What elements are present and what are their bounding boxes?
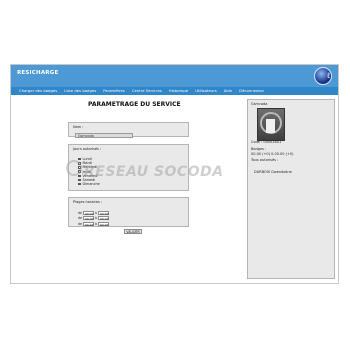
to-label: à xyxy=(94,221,97,226)
nav-liste-badges[interactable]: Liste des badges xyxy=(64,87,96,95)
company-logo-image xyxy=(257,108,285,141)
nav-centre-services[interactable]: Centre Services xyxy=(132,87,162,95)
service-settings-form: PARAMETRAGE DU SERVICE Nom : Gsmcoda Jou… xyxy=(18,99,242,277)
time-range-row: de 00:00 à 00:00 xyxy=(78,221,110,227)
watermark-logo-icon xyxy=(66,160,82,176)
main-navigation: Charger des badges Liste des badges Para… xyxy=(11,87,338,95)
logo-figure xyxy=(266,119,275,133)
to-time-input[interactable]: 00:00 xyxy=(97,221,109,227)
code-label: Code : 00002801 xyxy=(251,140,282,144)
watermark-text: RESEAU SOCODA xyxy=(84,164,224,180)
nav-charger-badges[interactable]: Charger des badges xyxy=(19,87,57,95)
account-sidebar: Gsmcoda Code : 00002801 Badges : 00.00 (… xyxy=(247,99,335,279)
app-title: RESICHARGE xyxy=(17,70,59,76)
day-checkbox-lundi[interactable] xyxy=(78,157,81,161)
to-label: à xyxy=(94,210,97,215)
day-checkbox-samedi[interactable] xyxy=(78,178,81,182)
time-range-row: de 00:00 à 00:00 xyxy=(78,216,110,221)
name-panel: Nom : Gsmcoda xyxy=(68,122,189,138)
to-label: à xyxy=(94,216,97,221)
allowed-days-label: Jours autorisés : xyxy=(73,147,102,151)
app-header: RESICHARGE ℓ xyxy=(11,65,338,87)
from-time-input[interactable]: 00:00 xyxy=(82,216,94,221)
sidebar-header: Gsmcoda xyxy=(251,102,268,106)
nav-aide[interactable]: Aide xyxy=(224,87,232,95)
badges-label: Badges : xyxy=(251,147,267,151)
nav-deconnexion[interactable]: Déconnexion xyxy=(239,87,264,95)
to-time-input[interactable]: 00:00 xyxy=(97,216,109,221)
badges-value: 00.00 (+0) 0.00.00 (+0) xyxy=(251,152,294,156)
from-time-input[interactable]: 00:00 xyxy=(82,210,94,216)
user-name: DURBOIS Gwendoline xyxy=(254,170,292,174)
from-time-input[interactable]: 00:00 xyxy=(82,221,94,227)
time-ranges-panel: Plages horaires : de 00:00 à 00:00 de 00… xyxy=(68,197,189,227)
service-name-input[interactable]: Gsmcoda xyxy=(75,133,133,138)
day-checkbox-dimanche[interactable] xyxy=(78,182,81,186)
from-label: de xyxy=(78,210,82,215)
day-row: Dimanche xyxy=(78,182,100,186)
name-label: Nom : xyxy=(73,125,84,129)
nav-utilisateurs[interactable]: Utilisateurs xyxy=(195,87,217,95)
nav-parametres[interactable]: Paramètres xyxy=(103,87,125,95)
from-label: de xyxy=(78,221,82,226)
nav-historique[interactable]: Historique xyxy=(169,87,188,95)
users-label: Tous autorisés : xyxy=(251,158,279,162)
logo-glyph: ℓ xyxy=(327,70,330,80)
time-ranges-label: Plages horaires : xyxy=(73,200,103,204)
to-time-input[interactable]: 00:00 xyxy=(97,210,109,216)
day-checkbox-vendredi[interactable] xyxy=(78,174,81,178)
time-range-row: de 00:00 à 00:00 xyxy=(78,210,110,216)
day-label: Dimanche xyxy=(82,182,100,187)
page-title: PARAMETRAGE DU SERVICE xyxy=(88,101,181,108)
time-ranges-list: de 00:00 à 00:00 de 00:00 à 00:00 de 00:… xyxy=(78,210,110,227)
from-label: de xyxy=(78,216,82,221)
validate-button[interactable]: VALIDER xyxy=(124,229,142,234)
